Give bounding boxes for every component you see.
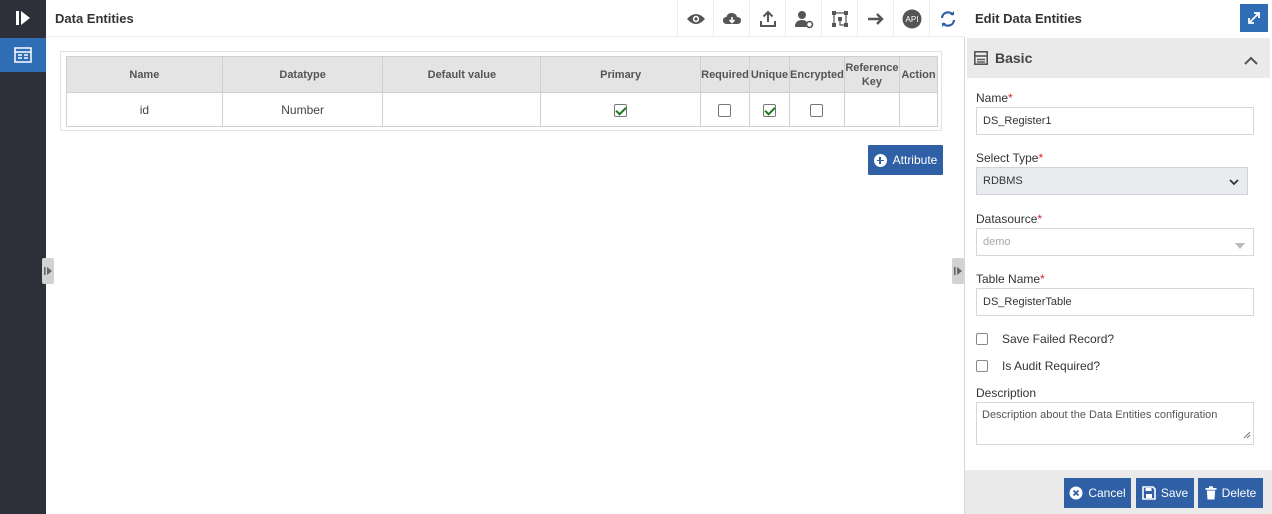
- audit-required-option[interactable]: Is Audit Required?: [976, 359, 1100, 373]
- chevron-down-icon: [1229, 177, 1239, 189]
- save-failed-record-option[interactable]: Save Failed Record?: [976, 332, 1114, 346]
- cancel-button[interactable]: Cancel: [1064, 478, 1131, 508]
- col-reference-key: Reference Key: [843, 56, 900, 93]
- col-unique: Unique: [748, 56, 790, 93]
- user-settings-icon[interactable]: [785, 0, 821, 37]
- cancel-label: Cancel: [1088, 486, 1126, 500]
- col-datatype: Datatype: [221, 56, 384, 93]
- select-type-value: RDBMS: [983, 175, 1023, 187]
- encrypted-checkbox[interactable]: [810, 103, 824, 117]
- save-icon: [1142, 486, 1156, 500]
- edit-panel-footer: Cancel Save Delete: [965, 470, 1272, 514]
- expand-button[interactable]: [1240, 4, 1268, 32]
- refresh-icon[interactable]: [929, 0, 965, 37]
- cell-unique: [748, 92, 790, 127]
- left-collapse-handle[interactable]: [42, 258, 54, 284]
- datasource-label: Datasource*: [976, 212, 1043, 226]
- expand-icon: [1248, 12, 1260, 24]
- required-checkbox[interactable]: [718, 103, 732, 117]
- col-required: Required: [699, 56, 750, 93]
- main-panel: Data Entities API Name Datatype Default …: [42, 0, 965, 514]
- delete-button[interactable]: Delete: [1198, 478, 1263, 508]
- api-label: API: [905, 15, 918, 24]
- add-attribute-button[interactable]: Attribute: [868, 145, 943, 175]
- table-header-row: Name Datatype Default value Primary Requ…: [66, 56, 939, 93]
- save-button[interactable]: Save: [1136, 478, 1194, 508]
- datasource-dropdown[interactable]: demo: [976, 228, 1254, 256]
- cell-action: [898, 92, 939, 127]
- page-title: Data Entities: [55, 11, 134, 26]
- cell-encrypted: [788, 92, 845, 127]
- toolbar: API: [677, 0, 965, 37]
- section-form-icon: [974, 51, 988, 70]
- cell-name[interactable]: id: [66, 92, 223, 127]
- description-label: Description: [976, 386, 1037, 400]
- table-name-label: Table Name*: [976, 272, 1045, 286]
- save-failed-record-label: Save Failed Record?: [1002, 332, 1115, 346]
- plus-circle-icon: [873, 153, 887, 167]
- delete-label: Delete: [1221, 486, 1257, 500]
- right-collapse-handle[interactable]: [952, 258, 964, 284]
- cell-primary: [540, 92, 701, 127]
- audit-required-label: Is Audit Required?: [1002, 359, 1101, 373]
- name-field[interactable]: DS_Register1: [976, 107, 1254, 135]
- unique-checkbox[interactable]: [762, 103, 776, 117]
- basic-section-header[interactable]: Basic: [967, 38, 1270, 78]
- edit-panel: Edit Data Entities Basic Name* DS_Regist…: [965, 0, 1272, 514]
- audit-required-checkbox[interactable]: [976, 360, 988, 372]
- cell-reference-key: [843, 92, 900, 127]
- primary-checkbox[interactable]: [614, 103, 628, 117]
- add-attribute-label: Attribute: [892, 153, 938, 167]
- col-encrypted: Encrypted: [788, 56, 845, 93]
- play-bar-icon[interactable]: [0, 0, 46, 36]
- api-icon[interactable]: API: [893, 0, 929, 37]
- col-action: Action: [898, 56, 939, 93]
- edit-panel-title: Edit Data Entities: [975, 11, 1082, 26]
- flow-icon[interactable]: [821, 0, 857, 37]
- resize-grip-icon[interactable]: [1243, 430, 1251, 442]
- select-type-label: Select Type*: [976, 151, 1044, 165]
- datasource-value: demo: [983, 236, 1011, 248]
- attributes-table: Name Datatype Default value Primary Requ…: [66, 56, 939, 127]
- cell-required: [699, 92, 750, 127]
- cloud-download-icon[interactable]: [713, 0, 749, 37]
- eye-icon[interactable]: [677, 0, 713, 37]
- col-default-value: Default value: [382, 56, 542, 93]
- section-title: Basic: [995, 50, 1033, 66]
- caret-down-icon: [1235, 240, 1245, 252]
- cell-datatype[interactable]: Number: [221, 92, 384, 127]
- attributes-grid: Name Datatype Default value Primary Requ…: [60, 51, 942, 131]
- data-entities-icon[interactable]: [0, 38, 46, 72]
- description-textarea[interactable]: Description about the Data Entities conf…: [976, 402, 1254, 445]
- save-failed-record-checkbox[interactable]: [976, 333, 988, 345]
- trash-icon: [1205, 486, 1217, 500]
- arrow-right-icon[interactable]: [857, 0, 893, 37]
- save-label: Save: [1160, 486, 1189, 500]
- upload-icon[interactable]: [749, 0, 785, 37]
- edit-panel-header: Edit Data Entities: [965, 0, 1272, 37]
- table-name-field[interactable]: DS_RegisterTable: [976, 288, 1254, 316]
- left-rail: [0, 0, 46, 514]
- col-name: Name: [66, 56, 223, 93]
- select-type-dropdown[interactable]: RDBMS: [976, 167, 1248, 195]
- name-label: Name*: [976, 91, 1013, 105]
- cancel-icon: [1069, 486, 1083, 500]
- table-row[interactable]: id Number: [66, 92, 939, 127]
- cell-default-value[interactable]: [382, 92, 542, 127]
- chevron-up-icon[interactable]: [1244, 52, 1258, 70]
- main-header: Data Entities API: [46, 0, 965, 37]
- col-primary: Primary: [540, 56, 701, 93]
- description-text: Description about the Data Entities conf…: [982, 409, 1218, 421]
